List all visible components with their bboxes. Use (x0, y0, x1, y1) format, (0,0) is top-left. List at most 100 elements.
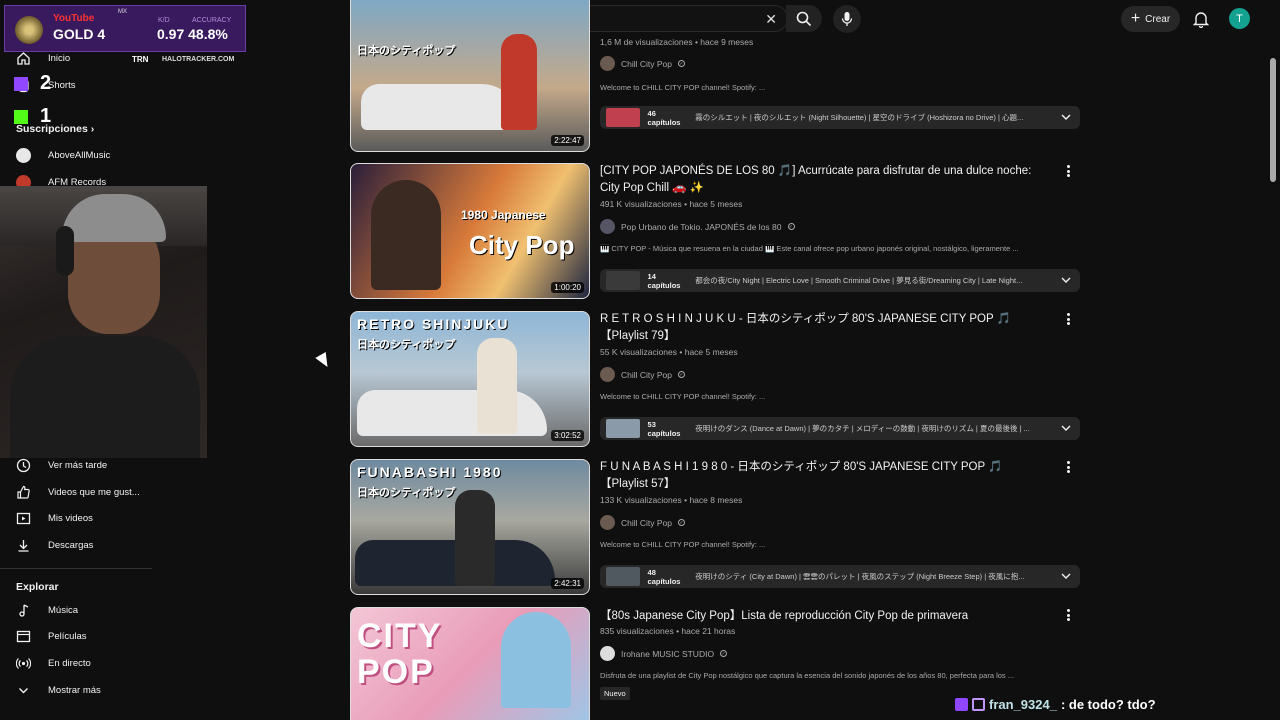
voice-search-button[interactable] (833, 5, 861, 33)
chapters-bar[interactable]: 53 capítulos 夜明けのダンス (Dance at Dawn) | 夢… (600, 417, 1080, 440)
video-thumbnail[interactable]: 日本のシティポップ 2:22:47 (350, 0, 590, 152)
chevron-down-icon[interactable] (1060, 570, 1072, 582)
sidebar-item-downloads[interactable]: Descargas (0, 532, 152, 558)
verified-icon: ✓ (678, 519, 686, 526)
chevron-right-icon: › (90, 123, 95, 135)
video-thumbnail[interactable]: 1980 Japanese City Pop 1:00:20 (350, 163, 590, 299)
figure-illustration (477, 338, 517, 434)
kick-stat: 1 (14, 105, 59, 127)
kick-count: 1 (40, 105, 52, 127)
video-title[interactable]: R E T R O S H I N J U K U - 日本のシティポップ 80… (600, 311, 1040, 345)
car-illustration (361, 84, 521, 130)
channel-link[interactable]: Chill City Pop ✓ (600, 367, 686, 382)
video-meta: 491 K visualizaciones • hace 5 meses (600, 199, 743, 209)
chat-username: fran_9324_ (989, 696, 1057, 712)
thumbnail-text: 日本のシティポップ (357, 45, 456, 57)
create-button[interactable]: + Crear (1121, 6, 1180, 32)
chat-text: : de todo? tdo? (1060, 696, 1156, 712)
microphone-icon (841, 12, 853, 26)
thumbnail-title: CITY POP (357, 617, 442, 691)
car-illustration (357, 390, 547, 436)
sidebar-item-my-videos[interactable]: Mis videos (0, 505, 152, 531)
download-icon (16, 538, 31, 553)
sidebar-channel-aboveallmusic[interactable]: AboveAllMusic (0, 142, 152, 168)
video-thumbnail[interactable]: CITY POP (350, 607, 590, 720)
sidebar-item-liked[interactable]: Videos que me gust... (0, 479, 152, 505)
video-description: Disfruta de una playlist de City Pop nos… (600, 671, 1015, 680)
sidebar-item-music[interactable]: Música (0, 597, 152, 623)
more-options-icon[interactable] (1064, 461, 1072, 473)
chevron-down-icon[interactable] (1060, 274, 1072, 286)
chapter-thumbnail (606, 567, 640, 586)
duration-badge: 3:02:52 (551, 430, 584, 441)
chapters-count: 14 capítulos (647, 271, 681, 290)
chevron-down-icon[interactable] (1060, 111, 1072, 123)
video-meta: 835 visualizaciones • hace 21 horas (600, 626, 736, 636)
duration-badge: 1:00:20 (551, 282, 584, 293)
twitch-stat: 2 (14, 72, 59, 94)
twitch-count: 2 (40, 72, 52, 94)
video-title[interactable]: [CITY POP JAPONÉS DE LOS 80 🎵] Acurrúcat… (600, 163, 1040, 197)
chapters-count: 46 capítulos (647, 108, 681, 127)
video-description: Welcome to CHILL CITY POP channel! Spoti… (600, 392, 766, 401)
more-options-icon[interactable] (1064, 165, 1072, 177)
duration-badge: 2:42:31 (551, 578, 584, 589)
video-thumbnail[interactable]: RETRO SHINJUKU 日本のシティポップ 3:02:52 (350, 311, 590, 447)
chapters-bar[interactable]: 14 capítulos 都会の夜/City Night | Electric … (600, 269, 1080, 292)
sidebar-item-label: Música (48, 605, 79, 616)
figure-illustration (371, 180, 441, 290)
chapters-list: 夜明けのシティ (City at Dawn) | 雲雲のパレット | 夜風のステ… (695, 572, 1025, 581)
channel-name: Pop Urbano de Tokio. JAPONÉS de los 80 (621, 221, 782, 232)
film-icon (16, 629, 31, 644)
channel-link[interactable]: Irohane MUSIC STUDIO ✓ (600, 646, 728, 661)
video-icon (16, 511, 31, 526)
sidebar-item-live[interactable]: En directo (0, 650, 152, 676)
page-scrollbar[interactable] (1270, 58, 1276, 182)
mouse-cursor (315, 351, 333, 371)
channel-link[interactable]: Chill City Pop ✓ (600, 515, 686, 530)
channel-avatar (600, 367, 615, 382)
chapters-bar[interactable]: 48 capítulos 夜明けのシティ (City at Dawn) | 雲雲… (600, 565, 1080, 588)
more-options-icon[interactable] (1064, 313, 1072, 325)
clear-search-icon[interactable]: ✕ (765, 11, 777, 28)
video-title[interactable]: 【80s Japanese City Pop】Lista de reproduc… (600, 608, 1040, 625)
video-description: Welcome to CHILL CITY POP channel! Spoti… (600, 83, 766, 92)
channel-avatar (600, 219, 615, 234)
sidebar-item-movies[interactable]: Películas (0, 623, 152, 649)
video-thumbnail[interactable]: FUNABASHI 1980 日本のシティポップ 2:42:31 (350, 459, 590, 595)
chevron-down-icon[interactable] (1060, 422, 1072, 434)
chapters-list: 都会の夜/City Night | Electric Love | Smooth… (695, 276, 1023, 285)
subscriber-badge-icon (955, 697, 968, 711)
sidebar-item-label: Ver más tarde (48, 460, 108, 471)
channel-link[interactable]: Pop Urbano de Tokio. JAPONÉS de los 80 ✓ (600, 219, 795, 234)
thumbnail-text: 1980 Japanese (461, 208, 546, 222)
thumbs-up-icon (16, 485, 31, 500)
figure-illustration (455, 490, 495, 586)
sidebar-item-label: En directo (48, 658, 91, 669)
thumbnail-title: RETRO SHINJUKU (357, 316, 510, 332)
notifications-button[interactable] (1190, 8, 1212, 30)
chapters-count: 53 capítulos (647, 419, 681, 438)
twitch-badge-icon (972, 697, 985, 711)
chat-message: fran_9324_ : de todo? tdo? (955, 694, 1156, 714)
search-button[interactable] (786, 5, 822, 32)
chapters-bar[interactable]: 46 capítulos 霧のシルエット | 夜のシルエット (Night Si… (600, 106, 1080, 129)
home-icon (16, 51, 31, 66)
chapters-list: 霧のシルエット | 夜のシルエット (Night Silhouette) | 星… (695, 113, 1024, 122)
more-options-icon[interactable] (1064, 609, 1072, 621)
channel-avatar (600, 515, 615, 530)
chapter-thumbnail (606, 108, 640, 127)
bell-icon (1193, 11, 1209, 28)
channel-link[interactable]: Chill City Pop ✓ (600, 56, 686, 71)
sidebar-item-label: Películas (48, 631, 87, 642)
sidebar-item-label: Inicio (48, 53, 71, 64)
video-title[interactable]: F U N A B A S H I 1 9 8 0 - 日本のシティポップ 80… (600, 459, 1040, 493)
channel-avatar (16, 148, 31, 163)
sidebar-item-label: Mis videos (48, 513, 93, 524)
new-badge: Nuevo (600, 687, 630, 700)
sidebar-item-show-more[interactable]: Mostrar más (0, 677, 152, 703)
kick-icon (14, 109, 28, 124)
account-avatar[interactable]: T (1229, 8, 1250, 29)
channel-avatar (600, 646, 615, 661)
sidebar-item-label: AboveAllMusic (48, 150, 111, 161)
